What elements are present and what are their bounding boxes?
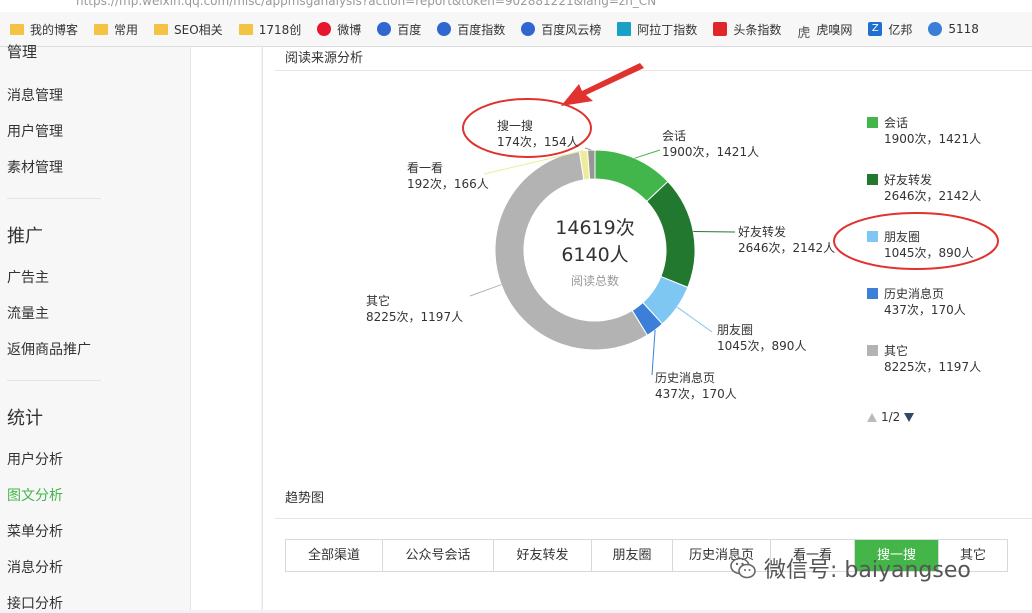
wechat-logo-icon — [730, 557, 756, 579]
channel-tab[interactable]: 公众号会话 — [383, 540, 494, 571]
legend-value: 8225次，1197人 — [884, 359, 981, 375]
slice-label-moments: 朋友圈1045次，890人 — [717, 322, 806, 354]
legend-name: 朋友圈 — [884, 229, 920, 245]
page-up-icon[interactable] — [867, 413, 877, 422]
channel-tab[interactable]: 全部渠道 — [286, 540, 383, 571]
slice-label-history: 历史消息页437次，170人 — [655, 370, 737, 402]
center-total-label: 阅读总数 — [535, 272, 655, 289]
legend-value: 437次，170人 — [884, 302, 966, 318]
page-indicator: 1/2 — [881, 410, 900, 424]
slice-label-forward: 好友转发2646次，2142人 — [738, 224, 835, 256]
slice-label-look: 看一看192次，166人 — [407, 160, 489, 192]
legend-name: 会话 — [884, 115, 908, 131]
legend-name: 历史消息页 — [884, 286, 944, 302]
legend-name: 好友转发 — [884, 172, 932, 188]
leader-line — [635, 150, 660, 158]
watermark: 微信号: baiyangseo — [730, 552, 971, 584]
legend-value: 1045次，890人 — [884, 245, 973, 261]
legend-swatch — [867, 117, 878, 128]
slice-label-session: 会话1900次，1421人 — [662, 128, 759, 160]
legend-value: 2646次，2142人 — [884, 188, 981, 204]
center-read-count: 14619次 — [535, 213, 655, 240]
legend-pager: 1/2 — [867, 410, 914, 424]
channel-tab[interactable]: 朋友圈 — [592, 540, 673, 571]
leader-line — [677, 307, 712, 332]
section-divider — [275, 518, 1032, 519]
leader-line — [652, 330, 655, 375]
leader-line — [470, 285, 501, 296]
slice-label-search: 搜一搜174次，154人 — [497, 118, 579, 150]
page-down-icon[interactable] — [904, 413, 914, 422]
legend-swatch — [867, 174, 878, 185]
channel-tab[interactable]: 好友转发 — [494, 540, 592, 571]
legend-name: 其它 — [884, 343, 908, 359]
trend-chart-title: 趋势图 — [285, 487, 324, 506]
legend-swatch — [867, 231, 878, 242]
legend-swatch — [867, 288, 878, 299]
watermark-text: 微信号: baiyangseo — [764, 552, 971, 584]
slice-label-other: 其它8225次，1197人 — [366, 293, 463, 325]
legend-swatch — [867, 345, 878, 356]
legend-value: 1900次，1421人 — [884, 131, 981, 147]
annotation-arrow-icon — [561, 63, 644, 106]
center-user-count: 6140人 — [535, 240, 655, 267]
